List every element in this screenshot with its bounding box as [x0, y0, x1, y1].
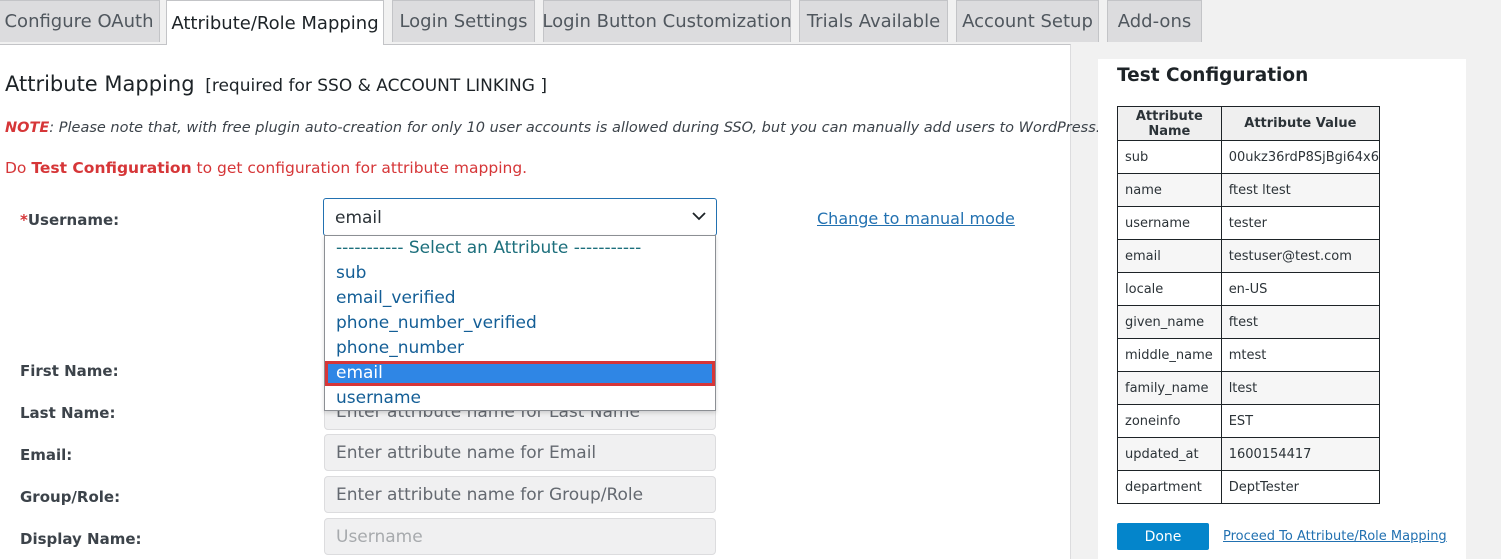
attribute-value-cell: DeptTester [1220, 470, 1381, 504]
table-row: given_name ftest [1117, 305, 1381, 339]
table-row: family_name ltest [1117, 371, 1381, 405]
table-row: sub 00ukz36rdP8SjBgi64x6 [1117, 140, 1381, 174]
test-configuration-panel: Test Configuration Attribute Name Attrib… [1098, 59, 1466, 559]
test-hint-bold: Test Configuration [31, 159, 192, 177]
table-row: zoneinfo EST [1117, 404, 1381, 438]
group-role-label: Group/Role: [20, 488, 121, 506]
attribute-name-cell: zoneinfo [1117, 404, 1222, 438]
attribute-name-cell: username [1117, 206, 1222, 240]
attribute-name-cell: middle_name [1117, 338, 1222, 372]
attribute-value-cell: 00ukz36rdP8SjBgi64x6 [1220, 140, 1381, 174]
group-role-input[interactable]: Enter attribute name for Group/Role [324, 476, 716, 513]
attribute-value-cell: ftest ltest [1220, 173, 1381, 207]
attribute-value-cell: 1600154417 [1220, 437, 1381, 471]
table-row: locale en-US [1117, 272, 1381, 306]
email-attribute-input[interactable]: Enter attribute name for Email [324, 434, 716, 471]
attribute-name-cell: department [1117, 470, 1222, 504]
tab-account-setup[interactable]: Account Setup [956, 0, 1099, 42]
attribute-value-cell: ftest [1220, 305, 1381, 339]
required-marker: * [20, 211, 28, 229]
test-hint-prefix: Do [5, 159, 32, 177]
username-select-value: email [335, 208, 382, 228]
first-name-label: First Name: [20, 362, 119, 380]
dropdown-option-username[interactable]: username [325, 386, 715, 411]
attribute-name-cell: name [1117, 173, 1222, 207]
table-row: email testuser@test.com [1117, 239, 1381, 273]
attribute-name-cell: updated_at [1117, 437, 1222, 471]
last-name-label: Last Name: [20, 404, 116, 422]
note-text: : Please note that, with free plugin aut… [49, 120, 1101, 136]
dropdown-option-placeholder[interactable]: ----------- Select an Attribute --------… [325, 236, 715, 261]
attribute-value-cell: en-US [1220, 272, 1381, 306]
column-header-attribute-value: Attribute Value [1220, 106, 1381, 141]
test-configuration-title: Test Configuration [1117, 65, 1309, 86]
attribute-mapping-panel: Attribute Mapping [required for SSO & AC… [0, 44, 1100, 559]
attribute-value-cell: tester [1220, 206, 1381, 240]
column-header-attribute-name: Attribute Name [1117, 106, 1222, 141]
attribute-value-cell: ltest [1220, 371, 1381, 405]
attribute-value-cell: testuser@test.com [1220, 239, 1381, 273]
table-row: department DeptTester [1117, 470, 1381, 504]
title-subtitle: [required for SSO & ACCOUNT LINKING ] [205, 76, 547, 96]
dropdown-option-email-verified[interactable]: email_verified [325, 286, 715, 311]
attribute-name-cell: given_name [1117, 305, 1222, 339]
attribute-value-cell: mtest [1220, 338, 1381, 372]
dropdown-option-email[interactable]: email [325, 361, 715, 386]
tab-login-button-customization[interactable]: Login Button Customization [542, 0, 792, 42]
dropdown-option-phone-number-verified[interactable]: phone_number_verified [325, 311, 715, 336]
attribute-name-cell: family_name [1117, 371, 1222, 405]
tab-trials-available[interactable]: Trials Available [799, 0, 948, 42]
note-label: NOTE [5, 120, 50, 136]
settings-tabs: Configure OAuth Attribute/Role Mapping L… [0, 0, 1501, 45]
change-to-manual-mode-link[interactable]: Change to manual mode [817, 209, 1015, 228]
chevron-down-icon [692, 212, 706, 221]
tab-login-settings[interactable]: Login Settings [392, 0, 535, 42]
username-label: *Username: [20, 211, 119, 229]
username-attribute-select[interactable]: email [323, 198, 717, 236]
table-row: username tester [1117, 206, 1381, 240]
table-row: updated_at 1600154417 [1117, 437, 1381, 471]
free-plugin-note: NOTE: Please note that, with free plugin… [5, 120, 1100, 136]
tab-attribute-role-mapping[interactable]: Attribute/Role Mapping [166, 0, 384, 45]
display-name-label: Display Name: [20, 530, 142, 548]
table-header-row: Attribute Name Attribute Value [1117, 106, 1381, 141]
username-attribute-dropdown: ----------- Select an Attribute --------… [324, 235, 716, 411]
attribute-value-cell: EST [1220, 404, 1381, 438]
table-row: middle_name mtest [1117, 338, 1381, 372]
username-label-text: Username: [27, 211, 120, 229]
attribute-name-cell: email [1117, 239, 1222, 273]
dropdown-option-sub[interactable]: sub [325, 261, 715, 286]
page-title: Attribute Mapping [required for SSO & AC… [5, 72, 547, 96]
test-configuration-table: Attribute Name Attribute Value sub 00ukz3… [1117, 106, 1381, 504]
display-name-input[interactable]: Username [324, 518, 716, 555]
email-label: Email: [20, 446, 73, 464]
tab-configure-oauth[interactable]: Configure OAuth [0, 0, 160, 42]
dropdown-option-phone-number[interactable]: phone_number [325, 336, 715, 361]
page-scrollbar[interactable] [1478, 44, 1501, 559]
attribute-name-cell: sub [1117, 140, 1222, 174]
tab-add-ons[interactable]: Add-ons [1107, 0, 1202, 42]
done-button[interactable]: Done [1117, 523, 1209, 550]
proceed-to-mapping-link[interactable]: Proceed To Attribute/Role Mapping [1223, 529, 1447, 544]
test-configuration-hint: Do Test Configuration to get configurati… [5, 159, 527, 177]
test-hint-suffix: to get configuration for attribute mappi… [191, 159, 528, 177]
title-main: Attribute Mapping [5, 72, 195, 96]
table-row: name ftest ltest [1117, 173, 1381, 207]
attribute-name-cell: locale [1117, 272, 1222, 306]
